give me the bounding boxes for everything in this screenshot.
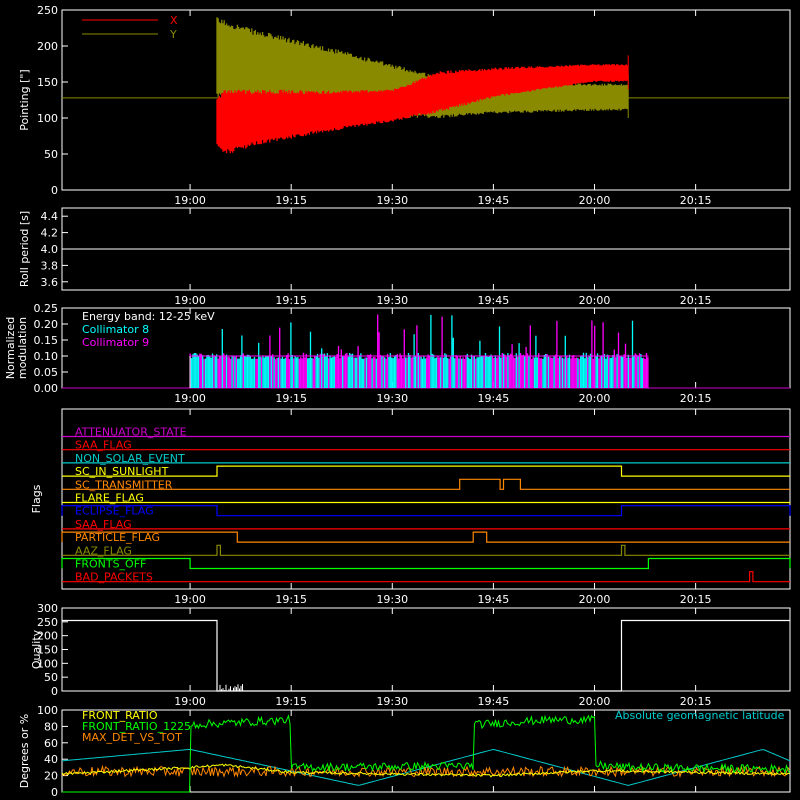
flag-line: [61, 531, 790, 543]
modulation-xtick-label: 19:15: [275, 392, 307, 405]
pointing-xtick-label: 19:30: [376, 194, 408, 207]
quality-ytick-label: 250: [37, 616, 58, 629]
flag-line: [61, 505, 791, 517]
modulation-legend-label: Collimator 8: [82, 323, 149, 336]
modulation-ytick-label: 0.25: [34, 302, 59, 315]
quality-spikes: [216, 684, 243, 691]
modulation-ytick-label: 0.20: [34, 318, 59, 331]
flag-label: SC_IN_SUNLIGHT: [75, 465, 169, 478]
roll-xtick-label: 20:15: [680, 294, 712, 307]
ratios-ytick-label: 80: [44, 720, 58, 733]
roll-ytick-label: 4.4: [41, 210, 59, 223]
quality-xtick-label: 19:45: [478, 695, 510, 708]
quality-xtick-label: 19:00: [174, 695, 206, 708]
pointing-xtick-label: 19:15: [275, 194, 307, 207]
modulation-legend-label: Collimator 9: [82, 336, 149, 349]
quality-xtick-label: 20:00: [579, 695, 611, 708]
roll-ytick-label: 3.8: [41, 259, 59, 272]
flags-xtick-label: 20:00: [579, 593, 611, 606]
pointing-ytick-label: 250: [37, 4, 58, 17]
flag-label: SC_TRANSMITTER: [75, 478, 173, 491]
pointing-ytick-label: 150: [37, 76, 58, 89]
roll-ytick-label: 3.6: [41, 276, 59, 289]
pointing-xtick-label: 19:00: [174, 194, 206, 207]
modulation-xtick-label: 20:15: [680, 392, 712, 405]
flags-ylabel: Flags: [30, 484, 43, 513]
ratios-ylabel: Degrees or %: [18, 714, 31, 788]
pointing-ytick-label: 100: [37, 112, 58, 125]
flags-xtick-label: 20:15: [680, 593, 712, 606]
pointing-legend-label: Y: [169, 28, 177, 41]
flag-label: BAD_PACKETS: [75, 571, 153, 584]
roll-xtick-label: 19:45: [478, 294, 510, 307]
quality-ylabel: Quality: [30, 629, 43, 669]
ratios-ytick-label: 40: [44, 753, 58, 766]
ratios-ytick-label: 60: [44, 737, 58, 750]
flag-line: [62, 465, 790, 477]
flag-line: [62, 544, 790, 556]
modulation-ytick-label: 0.00: [34, 382, 59, 395]
pointing-ytick-label: 50: [44, 148, 58, 161]
flag-label: ECLIPSE_FLAG: [75, 505, 154, 518]
pointing-ytick-label: 200: [37, 40, 58, 53]
roll-ytick-label: 4.2: [41, 227, 59, 240]
modulation-ylabel: modulation: [16, 317, 29, 379]
quality-xtick-label: 20:15: [680, 695, 712, 708]
quality-ytick-label: 300: [37, 602, 58, 615]
modulation-ytick-label: 0.15: [34, 334, 59, 347]
flag-label: PARTICLE_FLAG: [75, 531, 160, 544]
flag-label: ATTENUATOR_STATE: [75, 426, 187, 439]
ratios-latitude-line: [61, 748, 791, 786]
roll-ylabel: Roll period [s]: [18, 211, 31, 287]
flag-label: SAA_FLAG: [75, 518, 132, 531]
roll-xtick-label: 19:30: [376, 294, 408, 307]
quality-ytick-label: 50: [44, 671, 58, 684]
flag-label: NON_SOLAR_EVENT: [75, 452, 185, 465]
quality-xtick-label: 19:15: [275, 695, 307, 708]
ratios-latitude-label: Absolute geomagnetic latitude: [615, 709, 785, 722]
flags-xtick-label: 19:15: [275, 593, 307, 606]
modulation-xtick-label: 19:00: [174, 392, 206, 405]
pointing-ytick-label: 0: [51, 184, 58, 197]
pointing-xtick-label: 19:45: [478, 194, 510, 207]
pointing-legend-label: X: [170, 14, 178, 27]
flag-label: FRONTS_OFF: [75, 558, 146, 571]
quality-ytick-label: 0: [51, 685, 58, 698]
quality-line: [62, 619, 790, 692]
pointing-ylabel: Pointing ["]: [18, 69, 31, 130]
roll-ytick-label: 4.0: [41, 243, 59, 256]
ratios-ytick-label: 0: [51, 786, 58, 799]
roll-xtick-label: 20:00: [579, 294, 611, 307]
modulation-xtick-label: 20:00: [579, 392, 611, 405]
roll-xtick-label: 19:15: [275, 294, 307, 307]
quality-xtick-label: 19:30: [376, 695, 408, 708]
flag-label: SAA_FLAG: [75, 439, 132, 452]
modulation-xtick-label: 19:45: [478, 392, 510, 405]
roll-xtick-label: 19:00: [174, 294, 206, 307]
flag-line: [62, 571, 790, 583]
pointing-xtick-label: 20:00: [579, 194, 611, 207]
modulation-annotation: Energy band: 12-25 keV: [82, 310, 215, 323]
telemetry-figure: 19:00 19:15 19:30 19:45 20:00 20:150501001502…: [4, 4, 791, 799]
modulation-xtick-label: 19:30: [376, 392, 408, 405]
flags-xtick-label: 19:00: [174, 593, 206, 606]
flags-xtick-label: 19:30: [376, 593, 408, 606]
ratios-ytick-label: 20: [44, 770, 58, 783]
flag-line: [61, 557, 791, 570]
ratios-legend-label: MAX_DET_VS_TOT: [82, 731, 182, 744]
modulation-ytick-label: 0.05: [34, 366, 59, 379]
ratios-ytick-label: 100: [37, 704, 58, 717]
flag-label: AAZ_FLAG: [75, 544, 132, 557]
flags-xtick-label: 19:45: [478, 593, 510, 606]
pointing-xtick-label: 20:15: [680, 194, 712, 207]
modulation-ytick-label: 0.10: [34, 350, 59, 363]
flag-label: FLARE_FLAG: [75, 492, 144, 505]
